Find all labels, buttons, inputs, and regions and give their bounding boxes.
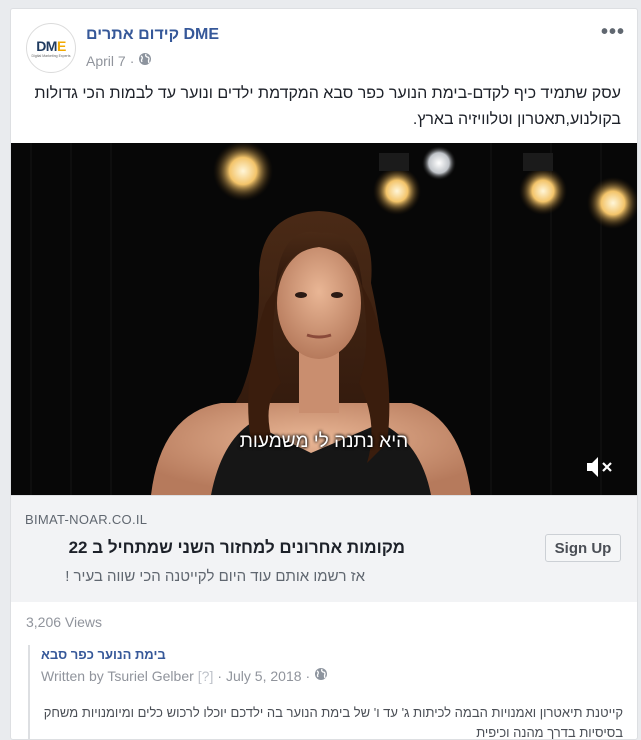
globe-icon[interactable]: [314, 667, 328, 684]
avatar-tagline: Digital Marketing Experts: [31, 53, 71, 58]
globe-icon[interactable]: [138, 52, 152, 69]
post-text: עסק שתמיד כיף לקדם-בימת הנוער כפר סבא המ…: [34, 85, 621, 128]
sign-up-button[interactable]: Sign Up: [545, 534, 621, 562]
post-date[interactable]: April 7: [86, 53, 126, 69]
shared-author: Written by Tsuriel Gelber: [41, 667, 194, 684]
shared-separator-2: ·: [305, 667, 311, 684]
meta-separator: ·: [129, 52, 135, 69]
shared-date[interactable]: July 5, 2018: [226, 668, 302, 684]
page-avatar[interactable]: DME Digital Marketing Experts: [26, 23, 76, 73]
link-preview[interactable]: BIMAT-NOAR.CO.IL מקומות אחרונים למחזור ה…: [11, 495, 637, 602]
video-subtitle: היא נתנה לי משמעות: [239, 431, 409, 452]
help-mark[interactable]: [?]: [198, 668, 214, 684]
shared-text: קייטנת תיאטרון ואמנויות הבמה לכיתות ג' ע…: [43, 705, 623, 740]
post-meta: April 7 ·: [86, 52, 152, 69]
more-options-icon[interactable]: •••: [601, 21, 625, 44]
video-player[interactable]: היא נתנה לי משמעות: [11, 143, 637, 495]
shared-separator: ·: [217, 667, 223, 684]
page-name-link[interactable]: קידום אתרים DME: [86, 26, 219, 44]
mute-icon[interactable]: [585, 454, 615, 480]
views-count: 3,206 Views: [26, 614, 103, 630]
link-description: אז רשמו אותם עוד היום לקייטנה הכי שווה ב…: [65, 568, 365, 585]
shared-meta: Written by Tsuriel Gelber [?] · July 5, …: [41, 667, 328, 684]
avatar-logo: DME: [36, 37, 66, 54]
shared-page-name[interactable]: בימת הנוער כפר סבא: [41, 647, 166, 662]
link-domain: BIMAT-NOAR.CO.IL: [25, 512, 148, 527]
link-headline[interactable]: מקומות אחרונים למחזור השני שמתחיל ב 22: [25, 538, 405, 558]
post-card: DME Digital Marketing Experts קידום אתרי…: [10, 8, 638, 740]
shared-quote-bar: [28, 645, 30, 739]
